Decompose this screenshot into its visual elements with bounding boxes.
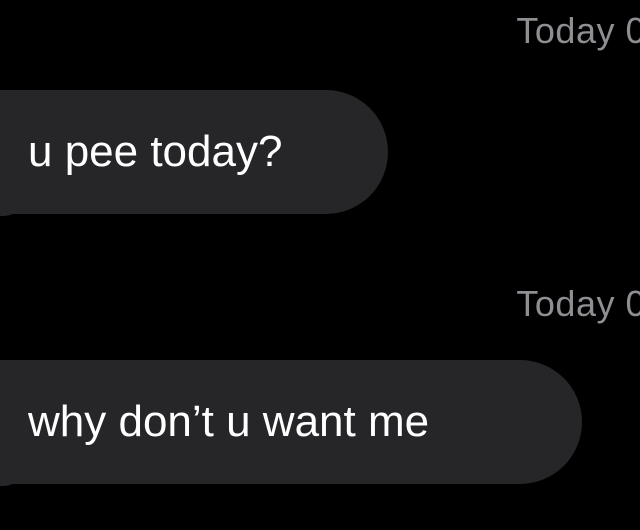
message-timestamp: Today 0: [516, 283, 640, 324]
message-text: u pee today?: [28, 127, 283, 176]
received-message-bubble[interactable]: u pee today?: [0, 90, 388, 214]
message-thread: Today 0 u pee today? Today 0 why don’t u…: [0, 0, 640, 530]
received-message-bubble[interactable]: why don’t u want me: [0, 360, 582, 484]
message-timestamp: Today 0: [516, 10, 640, 51]
message-text: why don’t u want me: [28, 397, 430, 446]
